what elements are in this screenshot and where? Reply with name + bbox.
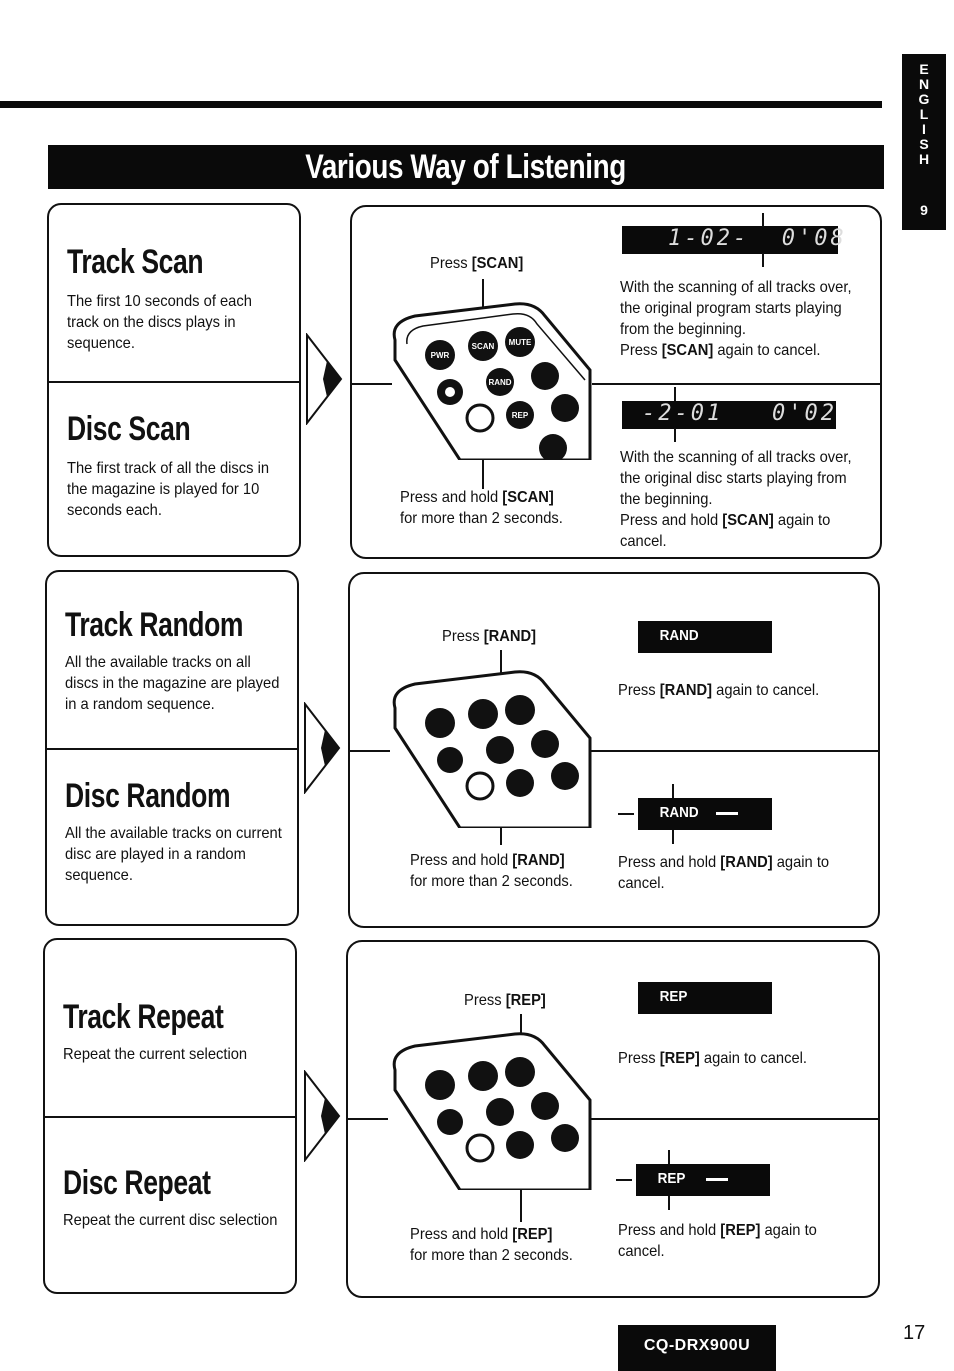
mode-description: All the available tracks on all discs in… xyxy=(65,654,280,713)
language-letter: H xyxy=(918,151,930,167)
vol-down-button xyxy=(551,762,579,790)
arrow-right-icon xyxy=(304,1070,341,1162)
section-divider xyxy=(588,1118,878,1120)
scan-label: SCAN xyxy=(472,342,495,351)
vol-up-button xyxy=(531,362,559,390)
rep-button xyxy=(506,1131,534,1159)
vol-down-button xyxy=(551,394,579,422)
section-divider xyxy=(348,1118,388,1120)
header-rule xyxy=(0,101,882,108)
joystick-button xyxy=(465,403,495,433)
key-rand: [RAND] xyxy=(483,628,537,645)
vol-up-button xyxy=(531,1092,559,1120)
cancel-text: Press [RAND] again to cancel. xyxy=(618,682,820,699)
joystick-button xyxy=(465,1133,495,1163)
arrow-right-icon xyxy=(306,333,343,425)
info-text: With the scanning of all tracks over, the… xyxy=(620,279,852,359)
rep-button xyxy=(506,769,534,797)
scan-mode-box: Track Scan The first 10 seconds of each … xyxy=(47,203,301,557)
rand-label: RAND xyxy=(488,378,511,387)
key-scan: [SCAN] xyxy=(471,255,524,272)
cancel-text: Press and hold [RAND] again to cancel. xyxy=(618,854,830,892)
lcd-display-track-repeat: REP xyxy=(638,982,772,1014)
joystick-button xyxy=(465,771,495,801)
remote-control-illustration xyxy=(392,670,592,828)
pwr-button xyxy=(425,1070,455,1100)
arrow-right-icon xyxy=(304,702,341,794)
mode-title: Disc Scan xyxy=(67,410,191,448)
lcd-display-disc-repeat: REP xyxy=(636,1164,770,1196)
rand-button xyxy=(486,1098,514,1126)
section-number: 9 xyxy=(920,202,928,218)
scan-button xyxy=(468,699,498,729)
source-button xyxy=(437,1109,463,1135)
press-label: Press [RAND] xyxy=(442,628,537,645)
pwr-label: PWR xyxy=(431,351,450,360)
section-divider xyxy=(350,750,390,752)
random-mode-box: Track Random All the available tracks on… xyxy=(45,570,299,926)
mode-title: Disc Random xyxy=(65,777,231,815)
press-label: Press [REP] xyxy=(464,992,546,1009)
press-label: Press [SCAN] xyxy=(430,255,524,272)
lcd-display-disc-random: RAND xyxy=(638,798,772,830)
key-rep: [REP] xyxy=(505,992,546,1009)
source-button xyxy=(437,747,463,773)
language-letter: S xyxy=(919,136,929,152)
mode-description: Repeat the current selection xyxy=(63,1046,248,1063)
repeat-mode-box: Track Repeat Repeat the current selectio… xyxy=(43,938,297,1294)
info-text: With the scanning of all tracks over, the… xyxy=(620,449,852,550)
mode-divider xyxy=(47,748,297,750)
page-number: 17 xyxy=(903,1322,926,1344)
page-title-bar: Various Way of Listening xyxy=(48,145,884,189)
language-letter: E xyxy=(919,61,929,77)
lcd-display-track-random: RAND xyxy=(638,621,772,653)
model-badge: CQ-DRX900U xyxy=(618,1325,776,1371)
hold-label: Press and hold [RAND] for more than 2 sec… xyxy=(410,852,573,890)
mode-title: Track Random xyxy=(65,606,244,644)
page-title: Various Way of Listening xyxy=(305,148,627,186)
mode-divider xyxy=(49,381,299,383)
mode-description: All the available tracks on current disc… xyxy=(65,825,282,884)
scan-button xyxy=(468,1061,498,1091)
lcd-display-disc-scan: -2-01 0'02 xyxy=(622,401,836,429)
mode-description: The first 10 seconds of each track on th… xyxy=(67,293,252,352)
mode-description: The first track of all the discs in the … xyxy=(67,460,270,519)
lcd-display-track-scan: 1-02- 0'08 xyxy=(622,226,844,254)
rep-label: REP xyxy=(512,411,529,420)
cancel-text: Press and hold [REP] again to cancel. xyxy=(618,1222,817,1260)
mute-button xyxy=(505,695,535,725)
language-letter: N xyxy=(918,76,930,92)
pwr-button xyxy=(425,708,455,738)
mute-label: MUTE xyxy=(509,338,532,347)
hold-label: Press and hold [SCAN] for more than 2 sec… xyxy=(400,489,563,527)
section-divider xyxy=(590,750,878,752)
hold-label: Press and hold [REP] for more than 2 seco… xyxy=(410,1226,573,1264)
remote-control-illustration xyxy=(392,1032,592,1190)
mode-title: Track Repeat xyxy=(63,998,224,1036)
mode-divider xyxy=(45,1116,295,1118)
mode-title: Track Scan xyxy=(67,243,204,281)
language-tab: E N G L I S H 9 xyxy=(902,54,946,230)
mode-description: Repeat the current disc selection xyxy=(63,1212,278,1229)
mode-title: Disc Repeat xyxy=(63,1164,211,1202)
vol-up-button xyxy=(531,730,559,758)
vol-down-button xyxy=(551,1124,579,1152)
remote-control-illustration: PWR SCAN MUTE RAND REP xyxy=(392,302,592,460)
rand-button xyxy=(486,736,514,764)
language-letter: I xyxy=(922,121,926,137)
language-letter: L xyxy=(919,106,929,122)
mute-button xyxy=(505,1057,535,1087)
language-letter: G xyxy=(918,91,930,107)
cancel-text: Press [REP] again to cancel. xyxy=(618,1050,808,1067)
section-divider xyxy=(592,383,880,385)
